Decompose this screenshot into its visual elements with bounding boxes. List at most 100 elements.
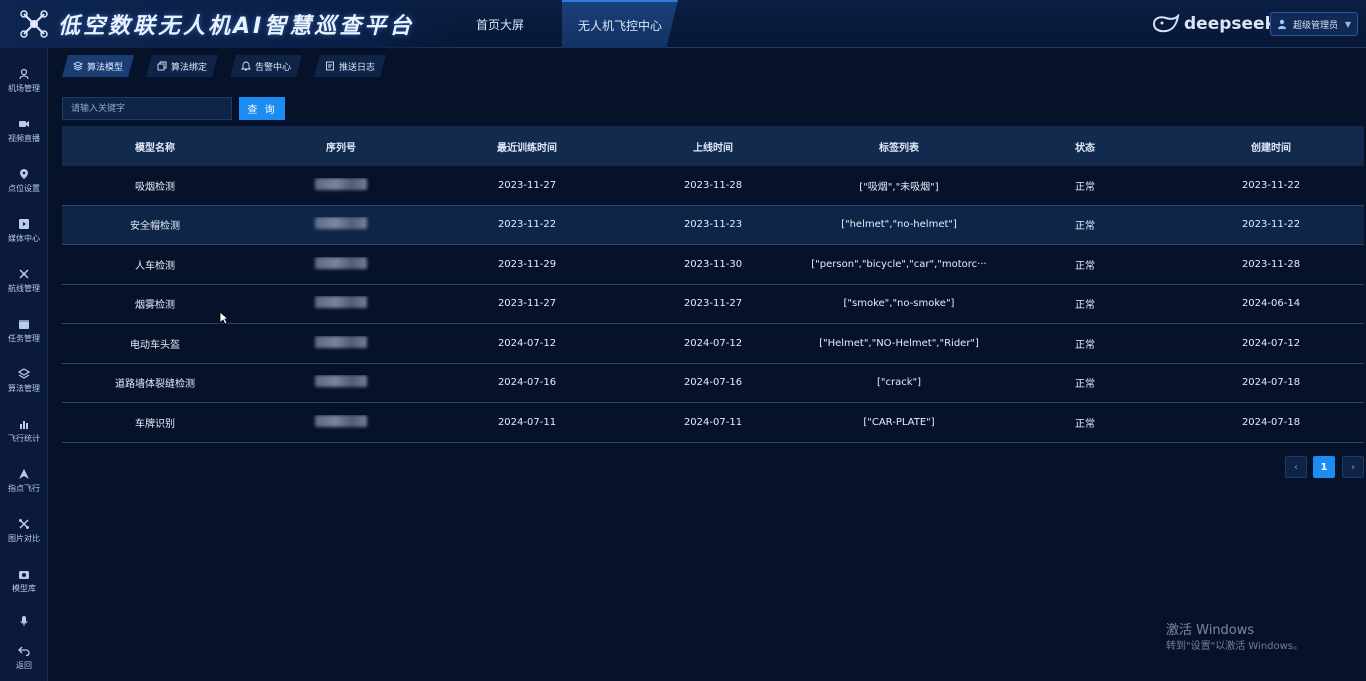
- sidebar-item-video[interactable]: 视频直播: [0, 106, 48, 156]
- microphone-icon: [20, 616, 28, 626]
- log-icon: [325, 61, 335, 71]
- algorithm-icon: [18, 368, 30, 379]
- cell-trained: 2024-07-16: [497, 377, 557, 389]
- cell-trained: 2023-11-22: [497, 219, 557, 231]
- sidebar-item-airport[interactable]: 机场管理: [0, 56, 48, 106]
- cell-online: 2024-07-12: [683, 337, 743, 349]
- cell-serial-redacted: [248, 335, 434, 351]
- cell-created: 2023-11-22: [1241, 219, 1301, 231]
- user-menu[interactable]: 超级管理员 ▼: [1270, 12, 1358, 36]
- table-row[interactable]: 道路墙体裂缝检测 2024-07-16 2024-07-16 ["crack"]…: [62, 364, 1364, 403]
- tab-algorithm-model[interactable]: 算法模型: [62, 55, 134, 77]
- cell-created: 2023-11-22: [1241, 179, 1301, 191]
- return-icon: [18, 646, 30, 657]
- cell-created: 2024-07-12: [1241, 337, 1301, 349]
- col-created: 创建时间: [1251, 142, 1291, 154]
- cell-status: 正常: [1075, 221, 1095, 233]
- cell-tags: ["crack"]: [876, 377, 922, 389]
- cell-name: 烟雾检测: [135, 300, 175, 312]
- cell-trained: 2023-11-29: [497, 258, 557, 270]
- tab-label: 算法绑定: [170, 62, 207, 73]
- sidebar-item-voice[interactable]: [0, 606, 48, 636]
- model-table: 模型名称 序列号 最近训练时间 上线时间 标签列表 状态 创建时间 吸烟检测 2…: [62, 126, 1364, 443]
- image-compare-icon: [19, 519, 29, 529]
- video-icon: [19, 121, 29, 127]
- table-row[interactable]: 安全帽检测 2023-11-22 2023-11-23 ["helmet","n…: [62, 205, 1364, 245]
- cell-serial-redacted: [248, 256, 434, 272]
- tab-alert-center[interactable]: 告警中心: [230, 55, 302, 77]
- cell-online: 2023-11-28: [683, 179, 743, 191]
- cell-serial-redacted: [248, 414, 434, 430]
- tab-push-log[interactable]: 推送日志: [314, 55, 386, 77]
- cell-serial-redacted: [248, 375, 434, 390]
- sidebar-item-location[interactable]: 点位设置: [0, 156, 48, 206]
- app-title: 低空数联无人机AI智慧巡查平台: [58, 14, 415, 39]
- brand-logo: deepseek: [1152, 12, 1276, 36]
- search-input[interactable]: [62, 97, 232, 120]
- sidebar-item-route[interactable]: 航线管理: [0, 256, 48, 306]
- sidebar-item-return[interactable]: 返回: [0, 638, 48, 678]
- col-tags: 标签列表: [879, 142, 919, 154]
- tab-label: 推送日志: [338, 62, 375, 73]
- cell-status: 正常: [1075, 379, 1095, 391]
- pagination-page-current[interactable]: 1: [1313, 456, 1335, 478]
- cell-name: 车牌识别: [135, 418, 175, 430]
- sidebar-item-algorithm[interactable]: 算法管理: [0, 356, 48, 406]
- cell-status: 正常: [1075, 181, 1095, 193]
- table-header: 模型名称 序列号 最近训练时间 上线时间 标签列表 状态 创建时间: [62, 126, 1364, 166]
- table-row[interactable]: 烟雾检测 2023-11-27 2023-11-27 ["smoke","no-…: [62, 285, 1364, 324]
- cell-created: 2023-11-28: [1241, 258, 1301, 270]
- location-pin-icon: [20, 169, 28, 179]
- table-row[interactable]: 人车检测 2023-11-29 2023-11-30 ["person","bi…: [62, 245, 1364, 285]
- cell-trained: 2023-11-27: [497, 298, 557, 310]
- sidebar-label: 视频直播: [8, 134, 40, 143]
- pagination-prev-button[interactable]: ‹: [1285, 456, 1307, 478]
- airport-icon: [19, 68, 29, 80]
- windows-activation-hint: 转到"设置"以激活 Windows。: [1166, 641, 1304, 652]
- nav-flight-control[interactable]: 无人机飞控中心: [562, 0, 678, 48]
- cell-tags: ["helmet","no-helmet"]: [841, 219, 957, 231]
- cell-name: 吸烟检测: [135, 181, 175, 193]
- pagination-next-button[interactable]: ›: [1342, 456, 1364, 478]
- search-button[interactable]: 查 询: [239, 97, 285, 120]
- whale-icon: [1152, 14, 1180, 33]
- cell-status: 正常: [1075, 418, 1095, 430]
- sidebar-item-media[interactable]: 媒体中心: [0, 206, 48, 256]
- sidebar-label: 指点飞行: [8, 484, 40, 493]
- cell-created: 2024-07-18: [1241, 377, 1301, 389]
- cell-online: 2024-07-16: [683, 377, 743, 389]
- sidebar-label: 飞行统计: [8, 434, 40, 443]
- sidebar-label: 点位设置: [8, 184, 40, 193]
- cell-tags: ["person","bicycle","car","motorc···: [811, 258, 987, 270]
- tab-algorithm-binding[interactable]: 算法绑定: [146, 55, 218, 77]
- sidebar-label: 任务管理: [8, 334, 40, 343]
- cell-tags: ["smoke","no-smoke"]: [843, 298, 955, 310]
- cell-created: 2024-07-18: [1241, 416, 1301, 428]
- sidebar-item-point-flight[interactable]: 指点飞行: [0, 456, 48, 506]
- sidebar-item-flight-stats[interactable]: 飞行统计: [0, 406, 48, 456]
- drone-logo-icon: [14, 4, 54, 44]
- cell-tags: ["Helmet","NO-Helmet","Rider"]: [819, 337, 979, 349]
- top-header: 低空数联无人机AI智慧巡查平台 首页大屏 无人机飞控中心 deepseek 超级…: [0, 0, 1366, 48]
- cell-online: 2023-11-23: [683, 219, 743, 231]
- sidebar-label: 算法管理: [8, 384, 40, 393]
- cell-tags: ["吸烟","未吸烟"]: [859, 181, 939, 193]
- drone-pointer-icon: [19, 469, 29, 479]
- bar-chart-icon: [20, 421, 28, 429]
- nav-home-dashboard[interactable]: 首页大屏: [462, 0, 538, 48]
- table-row[interactable]: 电动车头盔 2024-07-12 2024-07-12 ["Helmet","N…: [62, 324, 1364, 364]
- cell-created: 2024-06-14: [1241, 298, 1301, 310]
- sidebar-item-model-library[interactable]: 模型库: [0, 556, 48, 606]
- sidebar-label: 图片对比: [8, 534, 40, 543]
- sidebar-item-task[interactable]: 任务管理: [0, 306, 48, 356]
- table-row[interactable]: 车牌识别 2024-07-11 2024-07-11 ["CAR-PLATE"]…: [62, 403, 1364, 443]
- task-icon: [19, 320, 29, 329]
- sidebar-item-image-compare[interactable]: 图片对比: [0, 506, 48, 556]
- cell-serial-redacted: [248, 217, 434, 232]
- layers-icon: [73, 61, 83, 71]
- cell-status: 正常: [1075, 339, 1095, 351]
- model-library-icon: [19, 571, 29, 579]
- user-name: 超级管理员: [1293, 20, 1339, 31]
- cell-serial-redacted: [248, 296, 434, 311]
- table-row[interactable]: 吸烟检测 2023-11-27 2023-11-28 ["吸烟","未吸烟"] …: [62, 166, 1364, 206]
